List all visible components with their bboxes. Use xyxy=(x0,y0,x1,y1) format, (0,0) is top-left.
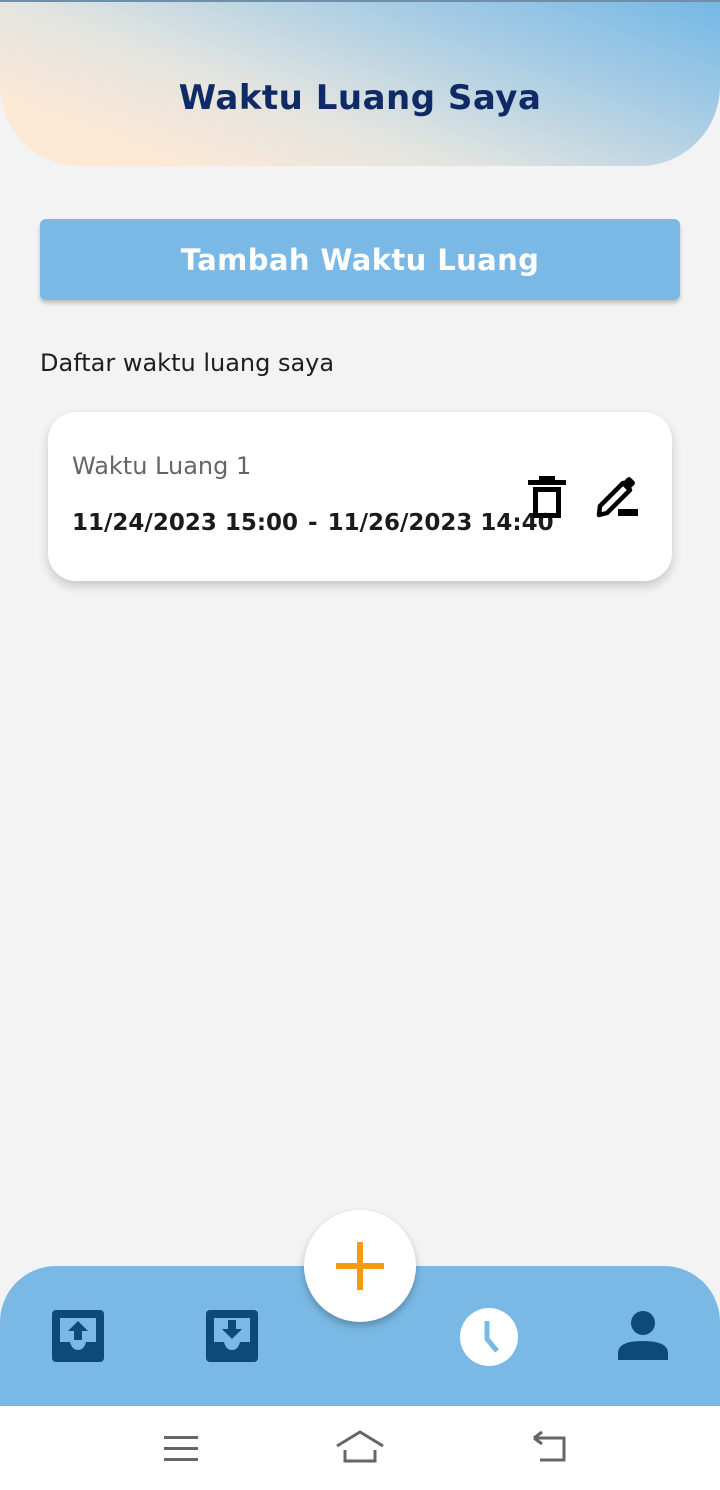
free-time-card: Waktu Luang 1 11/24/2023 15:00-11/26/202… xyxy=(48,412,672,581)
free-time-title: Waktu Luang 1 xyxy=(72,452,252,480)
add-free-time-button[interactable]: Tambah Waktu Luang xyxy=(40,219,680,300)
screen: Waktu Luang Saya Tambah Waktu Luang Daft… xyxy=(0,0,720,1490)
range-separator: - xyxy=(308,510,318,536)
system-navigation-bar xyxy=(0,1406,720,1490)
home-icon[interactable] xyxy=(334,1428,386,1466)
download-inbox-icon[interactable] xyxy=(204,1308,260,1364)
header: Waktu Luang Saya xyxy=(0,0,720,166)
clock-icon[interactable] xyxy=(459,1307,519,1367)
edit-icon[interactable] xyxy=(594,474,644,520)
list-label: Daftar waktu luang saya xyxy=(40,349,335,377)
free-time-range: 11/24/2023 15:00-11/26/2023 14:40 xyxy=(72,510,554,536)
menu-icon[interactable] xyxy=(162,1434,200,1464)
trash-icon[interactable] xyxy=(526,474,568,520)
back-icon[interactable] xyxy=(530,1430,570,1464)
free-time-start: 11/24/2023 15:00 xyxy=(72,510,299,536)
add-fab-button[interactable] xyxy=(304,1210,416,1322)
plus-icon xyxy=(336,1242,384,1290)
person-icon[interactable] xyxy=(616,1310,670,1360)
upload-inbox-icon[interactable] xyxy=(50,1308,106,1364)
page-title: Waktu Luang Saya xyxy=(178,78,542,118)
free-time-end: 11/26/2023 14:40 xyxy=(327,510,554,536)
